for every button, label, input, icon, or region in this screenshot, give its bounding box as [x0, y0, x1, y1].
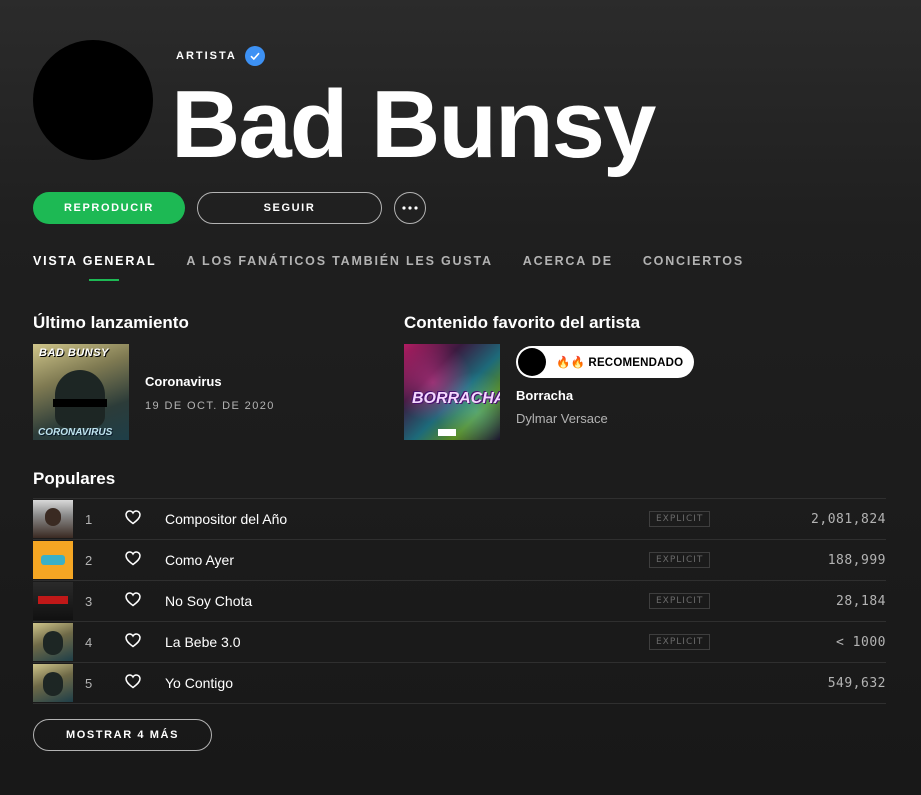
- cover-title-top: BAD BUNSY: [39, 347, 109, 359]
- artist-tabs: VISTA GENERAL A LOS FANÁTICOS TAMBIÉN LE…: [33, 254, 774, 281]
- heart-icon[interactable]: [125, 551, 141, 566]
- track-plays: 28,184: [836, 593, 886, 609]
- track-plays: < 1000: [836, 634, 886, 650]
- latest-release-title[interactable]: Coronavirus: [145, 374, 222, 389]
- track-name[interactable]: Compositor del Año: [165, 511, 287, 527]
- follow-button[interactable]: SEGUIR: [197, 192, 382, 224]
- play-button[interactable]: REPRODUCIR: [33, 192, 185, 224]
- popular-heading: Populares: [33, 469, 116, 488]
- track-plays: 2,081,824: [811, 511, 886, 527]
- track-name[interactable]: La Bebe 3.0: [165, 634, 241, 650]
- artist-label: ARTISTA: [176, 50, 237, 62]
- track-cover: [33, 582, 73, 620]
- recommended-badge: 🔥🔥 RECOMENDADO: [516, 346, 694, 378]
- latest-release-cover[interactable]: BAD BUNSY CORONAVIRUS: [33, 344, 129, 440]
- track-number: 4: [85, 634, 93, 650]
- explicit-badge: EXPLICIT: [649, 634, 711, 650]
- track-number: 5: [85, 675, 93, 691]
- track-row[interactable]: 5 Yo Contigo 549,632: [33, 662, 886, 704]
- more-options-icon: [402, 206, 418, 210]
- heart-icon[interactable]: [125, 592, 141, 607]
- track-row[interactable]: 4 La Bebe 3.0 EXPLICIT < 1000: [33, 621, 886, 662]
- track-cover: [33, 500, 73, 538]
- artist-avatar: [33, 40, 153, 160]
- tab-about[interactable]: ACERCA DE: [523, 254, 613, 280]
- heart-icon[interactable]: [125, 674, 141, 689]
- heart-icon[interactable]: [125, 510, 141, 525]
- cover-title-bottom: CORONAVIRUS: [38, 427, 113, 438]
- more-options-button[interactable]: [394, 192, 426, 224]
- explicit-badge: EXPLICIT: [649, 593, 711, 609]
- tab-fans-also-like[interactable]: A LOS FANÁTICOS TAMBIÉN LES GUSTA: [186, 254, 492, 280]
- track-cover: [33, 541, 73, 579]
- latest-release-heading: Último lanzamiento: [33, 313, 189, 332]
- track-number: 3: [85, 593, 93, 609]
- explicit-badge: EXPLICIT: [649, 511, 711, 527]
- cover-title: BORRACHA: [412, 390, 500, 407]
- track-cover: [33, 664, 73, 702]
- artist-pick-avatar: [518, 348, 546, 376]
- heart-icon[interactable]: [125, 633, 141, 648]
- artist-name: Bad Bunsy: [171, 71, 656, 178]
- track-cover: [33, 623, 73, 661]
- latest-release-date: 19 DE OCT. DE 2020: [145, 400, 275, 412]
- artist-pick-cover[interactable]: BORRACHA: [404, 344, 500, 440]
- track-row[interactable]: 2 Como Ayer EXPLICIT 188,999: [33, 539, 886, 580]
- track-name[interactable]: Yo Contigo: [165, 675, 233, 691]
- track-number: 2: [85, 552, 93, 568]
- tab-concerts[interactable]: CONCIERTOS: [643, 254, 744, 280]
- popular-tracks-list: 1 Compositor del Año EXPLICIT 2,081,824 …: [33, 498, 886, 704]
- track-number: 1: [85, 511, 93, 527]
- artist-pick-title[interactable]: Borracha: [516, 388, 573, 403]
- verified-badge-icon: [244, 46, 265, 66]
- artist-label-row: ARTISTA: [176, 46, 265, 66]
- track-name[interactable]: Como Ayer: [165, 552, 234, 568]
- track-plays: 549,632: [827, 675, 886, 691]
- track-plays: 188,999: [827, 552, 886, 568]
- track-row[interactable]: 3 No Soy Chota EXPLICIT 28,184: [33, 580, 886, 621]
- explicit-badge: EXPLICIT: [649, 552, 711, 568]
- track-row[interactable]: 1 Compositor del Año EXPLICIT 2,081,824: [33, 498, 886, 539]
- tab-overview[interactable]: VISTA GENERAL: [33, 254, 156, 281]
- artist-pick-artist[interactable]: Dylmar Versace: [516, 411, 608, 426]
- recommended-label: 🔥🔥 RECOMENDADO: [556, 357, 684, 369]
- artist-pick-heading: Contenido favorito del artista: [404, 313, 641, 332]
- show-more-button[interactable]: MOSTRAR 4 MÁS: [33, 719, 212, 751]
- track-name[interactable]: No Soy Chota: [165, 593, 252, 609]
